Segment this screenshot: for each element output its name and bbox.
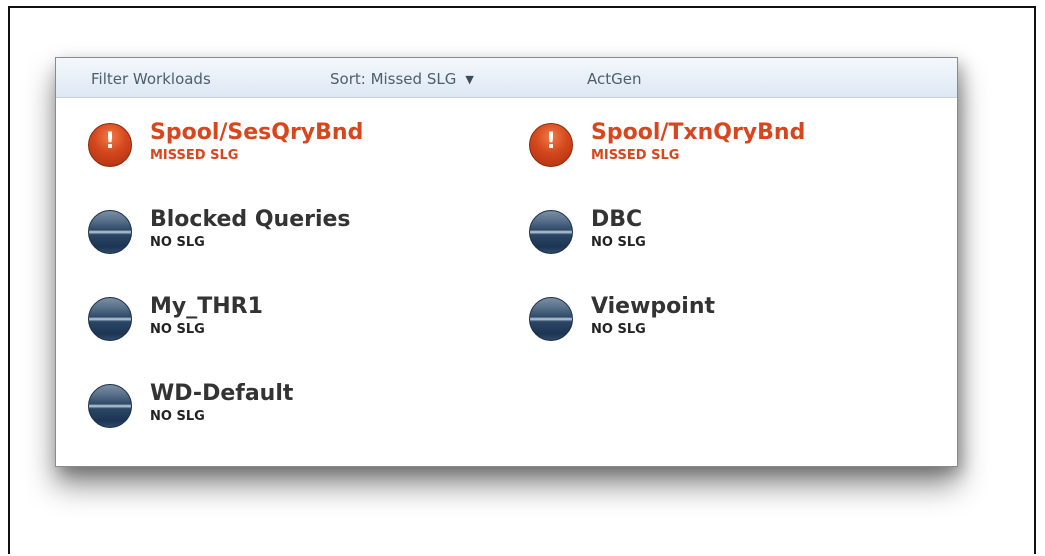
exclamation-icon: !: [88, 123, 132, 167]
workload-name: WD-Default: [150, 381, 294, 406]
workload-item-wd-default[interactable]: WD-Default NO SLG: [88, 381, 448, 441]
status-orb-icon: [529, 297, 573, 341]
workloads-toolbar: Filter Workloads Sort: Missed SLG ▼ ActGe…: [56, 58, 957, 98]
workload-status: NO SLG: [591, 322, 646, 337]
workload-name: My_THR1: [150, 294, 263, 319]
workload-status: MISSED SLG: [591, 148, 680, 163]
workload-status: NO SLG: [150, 322, 205, 337]
exclamation-glyph: !: [104, 129, 116, 154]
workload-name: DBC: [591, 207, 643, 232]
workloads-panel: Filter Workloads Sort: Missed SLG ▼ ActGe…: [55, 57, 958, 467]
workload-name: Spool/TxnQryBnd: [591, 120, 806, 145]
workload-name: Blocked Queries: [150, 207, 351, 232]
status-orb-icon: [88, 384, 132, 428]
workload-status: NO SLG: [591, 235, 646, 250]
workload-status: MISSED SLG: [150, 148, 239, 163]
workload-item-spool-sesqrybnd[interactable]: ! Spool/SesQryBnd MISSED SLG: [88, 120, 448, 180]
sort-label: Sort: Missed SLG: [330, 70, 457, 88]
exclamation-icon: !: [529, 123, 573, 167]
exclamation-glyph: !: [545, 129, 557, 154]
workload-name: Spool/SesQryBnd: [150, 120, 364, 145]
status-orb-icon: [88, 210, 132, 254]
workload-item-my-thr1[interactable]: My_THR1 NO SLG: [88, 294, 448, 354]
filter-workloads-button[interactable]: Filter Workloads: [91, 70, 211, 88]
status-orb-icon: [88, 297, 132, 341]
workload-item-dbc[interactable]: DBC NO SLG: [529, 207, 889, 267]
status-orb-icon: [529, 210, 573, 254]
workload-status: NO SLG: [150, 235, 205, 250]
actgen-button[interactable]: ActGen: [587, 70, 642, 88]
workload-item-viewpoint[interactable]: Viewpoint NO SLG: [529, 294, 889, 354]
workload-item-blocked-queries[interactable]: Blocked Queries NO SLG: [88, 207, 448, 267]
workload-item-spool-txnqrybnd[interactable]: ! Spool/TxnQryBnd MISSED SLG: [529, 120, 889, 180]
sort-dropdown[interactable]: Sort: Missed SLG ▼: [330, 70, 474, 88]
workload-status: NO SLG: [150, 409, 205, 424]
workload-name: Viewpoint: [591, 294, 716, 319]
chevron-down-icon: ▼: [465, 73, 474, 86]
